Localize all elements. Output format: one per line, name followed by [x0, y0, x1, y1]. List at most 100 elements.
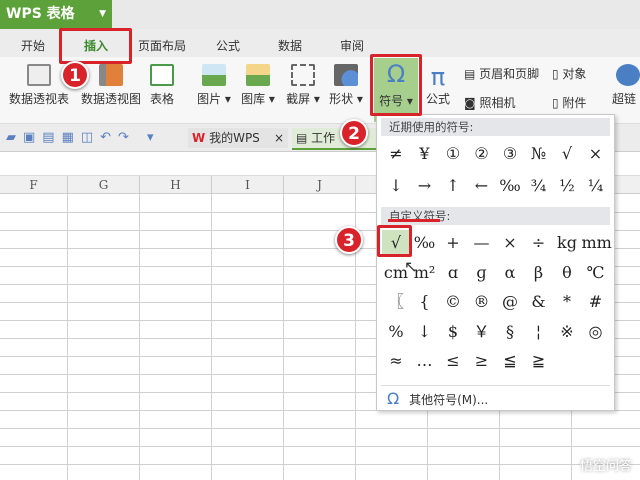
- custom-symbol[interactable]: {: [411, 289, 439, 315]
- header-footer-button[interactable]: ▤ 页眉和页脚: [464, 65, 539, 82]
- custom-symbol[interactable]: β: [525, 260, 553, 286]
- recent-symbol[interactable]: ←: [468, 173, 496, 199]
- step-badge-3: 3: [335, 226, 363, 254]
- custom-symbol[interactable]: ≧: [525, 348, 553, 374]
- label: 截屏 ▾: [286, 92, 320, 106]
- close-tab-button[interactable]: ×: [274, 128, 284, 148]
- recent-symbol[interactable]: √: [553, 141, 581, 167]
- grid-column-line: [211, 194, 212, 480]
- custom-symbol[interactable]: ≤: [439, 348, 467, 374]
- custom-symbol[interactable]: $: [439, 319, 467, 345]
- formula-button[interactable]: π 公式: [422, 64, 454, 107]
- column-i[interactable]: I: [212, 176, 284, 194]
- custom-symbol[interactable]: ※: [553, 319, 581, 345]
- recent-symbol[interactable]: ≠: [382, 141, 410, 167]
- app-menu-button[interactable]: WPS 表格 ▼: [0, 0, 112, 29]
- custom-symbol[interactable]: ©: [439, 289, 467, 315]
- recent-symbol[interactable]: ‰: [496, 173, 524, 199]
- tab-formulas[interactable]: 公式: [216, 37, 240, 54]
- recent-symbol[interactable]: ↓: [382, 173, 410, 199]
- grid-row-line: [0, 464, 640, 465]
- custom-symbol[interactable]: …: [411, 348, 439, 374]
- recent-symbol[interactable]: ×: [582, 141, 610, 167]
- custom-symbol[interactable]: §: [496, 319, 524, 345]
- tab-home[interactable]: 开始: [21, 37, 45, 54]
- pivot-table-icon: [27, 64, 51, 86]
- doc-tab-my-wps[interactable]: W 我的WPS ×: [188, 128, 288, 148]
- custom-symbol[interactable]: %: [382, 319, 410, 345]
- custom-symbol[interactable]: ‰: [411, 230, 439, 256]
- gallery-icon: [246, 64, 270, 86]
- shape-button[interactable]: 形状 ▾: [326, 64, 366, 107]
- custom-symbol[interactable]: ℃: [582, 260, 610, 286]
- recent-symbol[interactable]: ¥: [411, 141, 439, 167]
- custom-symbol[interactable]: ¦: [525, 319, 553, 345]
- column-g[interactable]: G: [68, 176, 140, 194]
- label: 工作: [311, 131, 336, 145]
- custom-symbol[interactable]: ≥: [468, 348, 496, 374]
- wps-logo-icon: W: [192, 131, 206, 145]
- attachment-button[interactable]: ▯ 附件: [552, 94, 586, 111]
- custom-symbol[interactable]: ɑ: [439, 260, 467, 286]
- gallery-button[interactable]: 图库 ▾: [238, 64, 278, 107]
- grid-column-line: [67, 194, 68, 480]
- label: 形状 ▾: [329, 92, 363, 106]
- custom-symbol[interactable]: ◎: [582, 319, 610, 345]
- recent-symbol[interactable]: ①: [439, 141, 467, 167]
- pi-icon: π: [430, 63, 446, 91]
- tab-data[interactable]: 数据: [278, 37, 302, 54]
- label: 对象: [562, 67, 587, 81]
- tab-review[interactable]: 审阅: [340, 37, 364, 54]
- hyperlink-button[interactable]: 超链: [612, 64, 640, 107]
- custom-symbol[interactable]: ÷: [525, 230, 553, 256]
- object-button[interactable]: ▯ 对象: [552, 65, 586, 82]
- recent-symbol[interactable]: №: [525, 141, 553, 167]
- screenshot-button[interactable]: 截屏 ▾: [283, 64, 323, 107]
- step-badge-2: 2: [340, 119, 368, 147]
- table-button[interactable]: 表格: [146, 64, 178, 107]
- column-f[interactable]: F: [0, 176, 68, 194]
- custom-symbol[interactable]: ￥: [468, 319, 496, 345]
- grid-column-line: [283, 194, 284, 480]
- recent-symbol[interactable]: ③: [496, 141, 524, 167]
- quick-access-icons[interactable]: ▰▣▤▦◫↶↷ ▾: [6, 130, 161, 145]
- custom-symbol[interactable]: ®: [468, 289, 496, 315]
- highlight-check-symbol: [377, 225, 412, 257]
- custom-symbol[interactable]: ≦: [496, 348, 524, 374]
- label: 我的WPS: [209, 131, 260, 145]
- custom-symbol[interactable]: mm: [582, 230, 612, 256]
- pivot-chart-button[interactable]: 数据透视图: [80, 64, 142, 107]
- custom-symbol[interactable]: ×: [496, 230, 524, 256]
- custom-symbol[interactable]: α: [496, 260, 524, 286]
- label: 页眉和页脚: [479, 67, 540, 81]
- column-j[interactable]: J: [284, 176, 356, 194]
- more-symbols-item[interactable]: Ω 其他符号(M)...: [387, 389, 488, 409]
- pivot-chart-icon: [99, 64, 123, 86]
- custom-symbol[interactable]: #: [582, 289, 610, 315]
- label: 图片 ▾: [197, 92, 231, 106]
- column-h[interactable]: H: [140, 176, 212, 194]
- custom-symbol[interactable]: ≈: [382, 348, 410, 374]
- custom-symbol[interactable]: &: [525, 289, 553, 315]
- recent-symbol[interactable]: →: [411, 173, 439, 199]
- recent-symbol[interactable]: ¼: [582, 173, 610, 199]
- custom-symbol[interactable]: θ: [553, 260, 581, 286]
- custom-symbol[interactable]: —: [468, 230, 496, 256]
- recent-symbol[interactable]: ↑: [439, 173, 467, 199]
- recent-symbol[interactable]: ②: [468, 141, 496, 167]
- custom-symbol[interactable]: 〖: [382, 289, 410, 315]
- custom-symbols-header: 自定义符号:: [381, 207, 610, 225]
- custom-symbol[interactable]: ɡ: [468, 260, 496, 286]
- camera-button[interactable]: ◙ 照相机: [464, 94, 515, 111]
- picture-button[interactable]: 图片 ▾: [194, 64, 234, 107]
- label: 图库 ▾: [241, 92, 275, 106]
- custom-symbol[interactable]: *: [553, 289, 581, 315]
- label: 其他符号(M)...: [409, 393, 489, 407]
- recent-symbol[interactable]: ¾: [525, 173, 553, 199]
- tab-page-layout[interactable]: 页面布局: [138, 37, 186, 54]
- custom-symbol[interactable]: +: [439, 230, 467, 256]
- recent-symbol[interactable]: ½: [553, 173, 581, 199]
- custom-symbol[interactable]: ↓: [411, 319, 439, 345]
- custom-symbol[interactable]: kg: [553, 230, 581, 256]
- custom-symbol[interactable]: @: [496, 289, 524, 315]
